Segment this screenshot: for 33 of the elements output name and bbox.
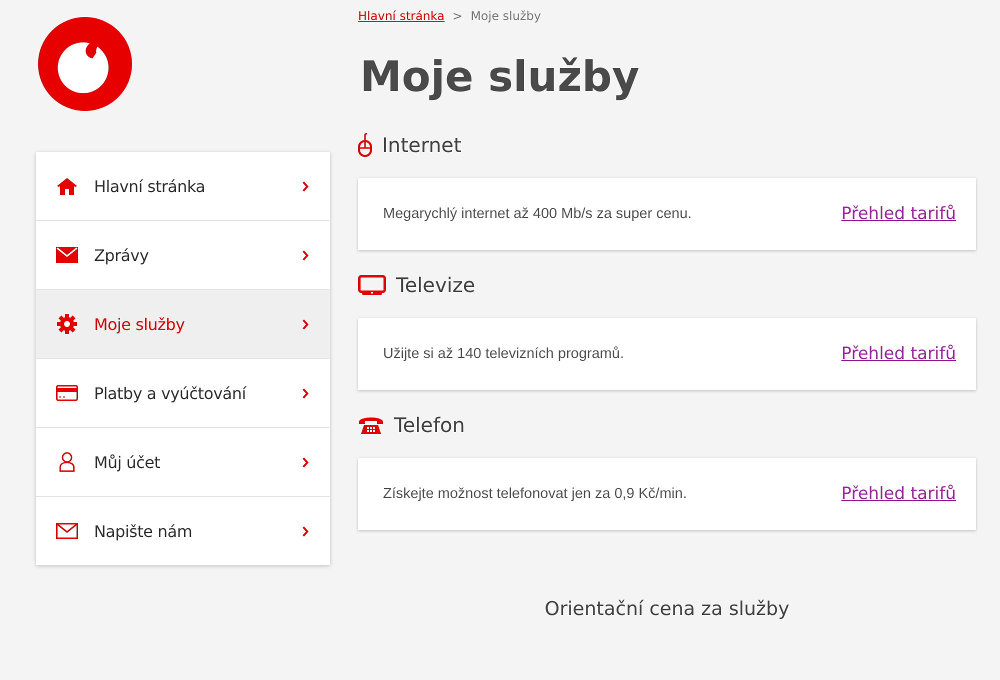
chevron-right-icon — [302, 456, 309, 468]
section-heading: Internet — [382, 133, 462, 157]
gear-icon — [56, 314, 78, 334]
sidebar-item[interactable]: Napište nám — [36, 497, 330, 565]
section-heading: Televize — [396, 273, 476, 297]
breadcrumb-current: Moje služby — [470, 9, 542, 23]
chevron-right-icon — [302, 250, 309, 260]
sidebar-item[interactable]: Můj účet — [36, 428, 330, 497]
chevron-right-icon — [302, 180, 309, 192]
logo-icon — [38, 17, 132, 111]
sidebar-item[interactable]: Hlavní stránka — [36, 152, 330, 221]
tariffs-link[interactable]: Přehled tarifů — [841, 344, 956, 364]
breadcrumb-link[interactable]: Hlavní stránka — [358, 9, 445, 23]
service-description: Získejte možnost telefonovat jen za 0,9 Kč/min. — [383, 486, 687, 502]
chevron-right-icon — [302, 526, 309, 536]
credit-card-icon — [56, 385, 78, 401]
tariffs-link[interactable]: Přehled tarifů — [841, 484, 956, 504]
home-icon — [56, 177, 78, 195]
section-heading: Telefon — [394, 413, 465, 437]
service-description: Užijte si až 140 televizních programů. — [383, 346, 624, 362]
page-title: Moje služby — [360, 51, 640, 103]
tv-icon — [358, 275, 386, 295]
chevron-right-icon — [302, 318, 309, 330]
sidebar-item[interactable]: Moje služby — [36, 290, 330, 359]
tariffs-link[interactable]: Přehled tarifů — [841, 204, 956, 224]
envelope-icon — [56, 247, 78, 263]
chevron-right-icon — [302, 388, 309, 398]
mouse-icon — [358, 133, 372, 157]
price-heading: Orientační cena za služby — [544, 598, 790, 620]
service-description: Megarychlý internet až 400 Mb/s za super cenu. — [383, 206, 692, 222]
sidebar-item[interactable]: Platby a vyúčtování — [36, 359, 330, 428]
envelope-icon — [56, 523, 78, 539]
breadcrumb-separator: > — [452, 9, 463, 23]
